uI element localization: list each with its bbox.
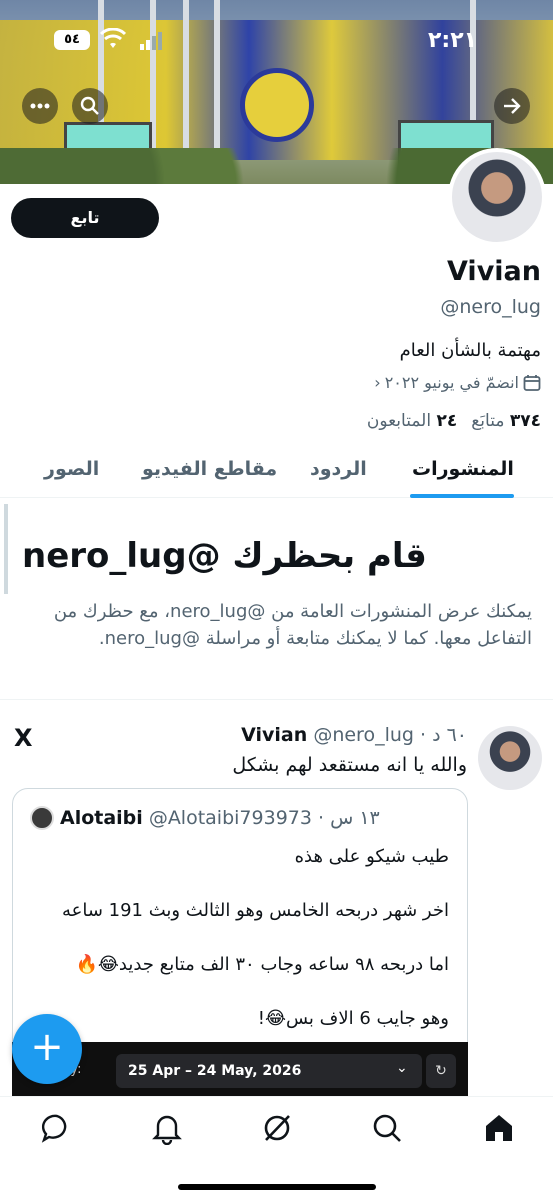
quote-line: اخر شهر دربحه الخامس وهو الثالث وبث 191 … <box>61 900 449 921</box>
profile-bio: مهتمة بالشأن العام <box>399 340 541 361</box>
quote-header: Alotaibi @Alotaibi793973 · ١٣ س <box>30 806 380 830</box>
tab-videos[interactable]: مقاطع الفيديو <box>142 458 277 480</box>
more-icon <box>30 103 50 109</box>
quote-avatar <box>30 806 54 830</box>
chevron-down-icon: ⌄ <box>396 1060 408 1076</box>
profile-tabs: المنشورات الردود مقاطع الفيديو الصور <box>0 444 553 498</box>
x-logo-icon: X <box>14 724 33 752</box>
more-button[interactable] <box>22 88 58 124</box>
tab-photos[interactable]: الصور <box>44 458 99 480</box>
home-indicator <box>178 1184 376 1190</box>
blocked-description: يمكنك عرض المنشورات العامة من @nero_lug،… <box>53 601 532 649</box>
quote-line: طيب شيكو على هذه <box>294 846 449 867</box>
quote-author: Alotaibi <box>60 807 143 829</box>
tab-posts[interactable]: المنشورات <box>412 458 514 480</box>
tweet-handle-time: @nero_lug · ٦٠ د <box>313 724 467 746</box>
signal-icon <box>140 32 162 50</box>
following-link[interactable]: ٣٧٤ متابَع <box>471 411 541 431</box>
calendar-icon <box>523 374 541 391</box>
profile-stats: ٣٧٤ متابَع ٢٤ المتابعون <box>367 411 541 431</box>
joined-date: انضمّ في يونيو ٢٠٢٢ ‹ <box>374 373 541 392</box>
notifications-icon[interactable] <box>150 1111 184 1145</box>
wifi-icon <box>100 28 126 48</box>
tweet-header: Vivian @nero_lug · ٦٠ د <box>241 724 467 746</box>
profile-avatar[interactable] <box>448 148 546 246</box>
arrow-right-icon <box>504 98 521 114</box>
grok-icon[interactable] <box>260 1111 294 1145</box>
search-button[interactable] <box>72 88 108 124</box>
date-range-select: 25 Apr – 24 May, 2026 <box>116 1054 422 1088</box>
battery-icon: ٥٤ <box>54 30 90 50</box>
profile-name: Vivian <box>447 256 541 287</box>
quote-handle-time: @Alotaibi793973 · ١٣ س <box>148 807 380 829</box>
chevron-left-icon: ‹ <box>374 373 381 392</box>
active-tab-indicator <box>410 494 514 498</box>
profile-handle: @nero_lug <box>440 296 541 318</box>
refresh-icon: ↻ <box>426 1054 456 1088</box>
blocked-title: قام بحظرك @nero_lug <box>22 536 427 576</box>
tweet-avatar[interactable] <box>478 726 542 790</box>
back-button[interactable] <box>494 88 530 124</box>
quote-line: وهو جايب 6 الاف بس😂! <box>257 1008 449 1029</box>
compose-button[interactable]: + <box>12 1014 82 1084</box>
follow-button[interactable]: تابع <box>11 198 159 238</box>
messages-icon[interactable] <box>40 1111 74 1145</box>
plus-icon: + <box>30 1024 64 1070</box>
tweet-author: Vivian <box>241 724 308 746</box>
banner-logo <box>240 68 314 142</box>
status-bar: ٢:٢١ ٥٤ <box>0 24 553 60</box>
search-icon[interactable] <box>370 1111 404 1145</box>
search-icon <box>80 96 99 115</box>
tab-replies[interactable]: الردود <box>310 458 367 480</box>
home-icon[interactable] <box>482 1111 516 1145</box>
quote-line: اما دربحه ٩٨ ساعه وجاب ٣٠ الف متابع جديد… <box>75 954 449 975</box>
status-time: ٢:٢١ <box>428 28 478 53</box>
tweet-text: والله يا انه مستقعد لهم بشكل <box>232 754 467 776</box>
followers-link[interactable]: ٢٤ المتابعون <box>367 411 457 431</box>
joined-text: انضمّ في يونيو ٢٠٢٢ <box>384 373 519 392</box>
